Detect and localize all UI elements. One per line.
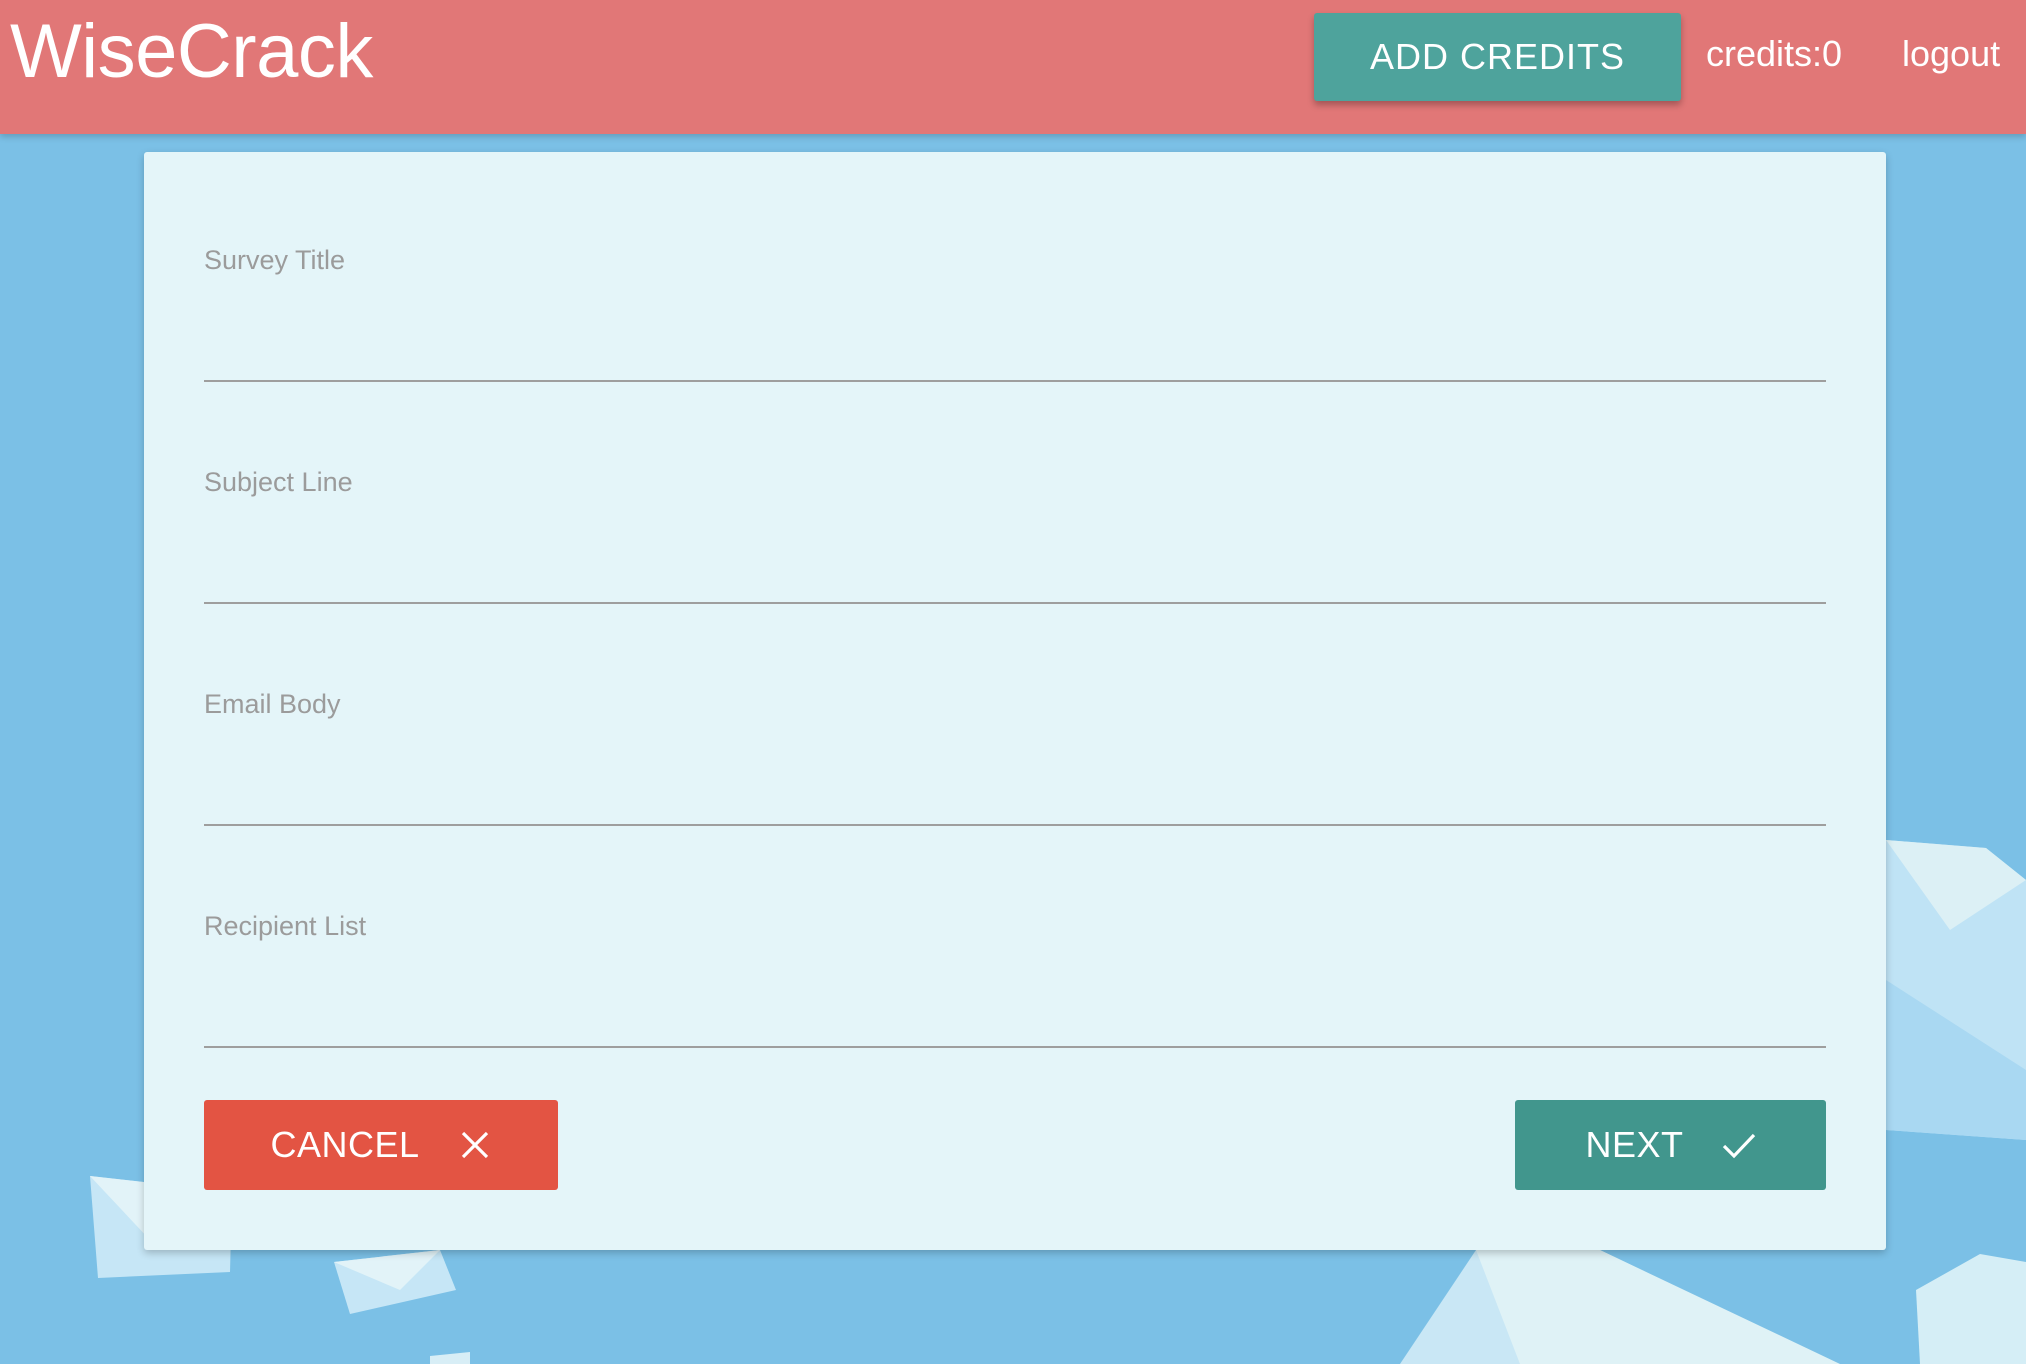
brand-logo[interactable]: WiseCrack bbox=[10, 6, 373, 98]
next-button[interactable]: NEXT bbox=[1515, 1100, 1826, 1190]
envelope-icon bbox=[334, 1250, 456, 1314]
check-icon bbox=[1722, 1133, 1755, 1159]
envelope-icon bbox=[1886, 840, 2026, 1140]
logout-link[interactable]: logout bbox=[1902, 28, 2000, 80]
close-icon bbox=[461, 1131, 488, 1159]
next-button-label: NEXT bbox=[1585, 1124, 1684, 1165]
email-body-field: Email Body bbox=[204, 656, 1826, 828]
add-credits-button[interactable]: ADD CREDITS bbox=[1314, 13, 1681, 101]
survey-title-field: Survey Title bbox=[204, 212, 1826, 384]
recipient-list-label: Recipient List bbox=[204, 911, 367, 941]
email-body-input[interactable] bbox=[204, 742, 1826, 826]
survey-form-card: Survey Title Subject Line Email Body Rec… bbox=[144, 152, 1886, 1250]
recipient-list-input[interactable] bbox=[204, 964, 1826, 1048]
envelope-icon bbox=[1400, 1250, 1840, 1364]
subject-line-input[interactable] bbox=[204, 520, 1826, 604]
top-navbar: WiseCrack ADD CREDITS credits:0 logout bbox=[0, 0, 2026, 134]
envelope-icon bbox=[1916, 1254, 2026, 1364]
subject-line-field: Subject Line bbox=[204, 434, 1826, 606]
email-body-label: Email Body bbox=[204, 689, 341, 719]
recipient-list-field: Recipient List bbox=[204, 878, 1826, 1050]
survey-title-label: Survey Title bbox=[204, 245, 346, 275]
subject-line-label: Subject Line bbox=[204, 467, 353, 497]
cancel-button-label: CANCEL bbox=[270, 1124, 420, 1165]
survey-title-input[interactable] bbox=[204, 298, 1826, 382]
credits-count: credits:0 bbox=[1706, 33, 1843, 74]
cancel-button[interactable]: CANCEL bbox=[204, 1100, 558, 1190]
